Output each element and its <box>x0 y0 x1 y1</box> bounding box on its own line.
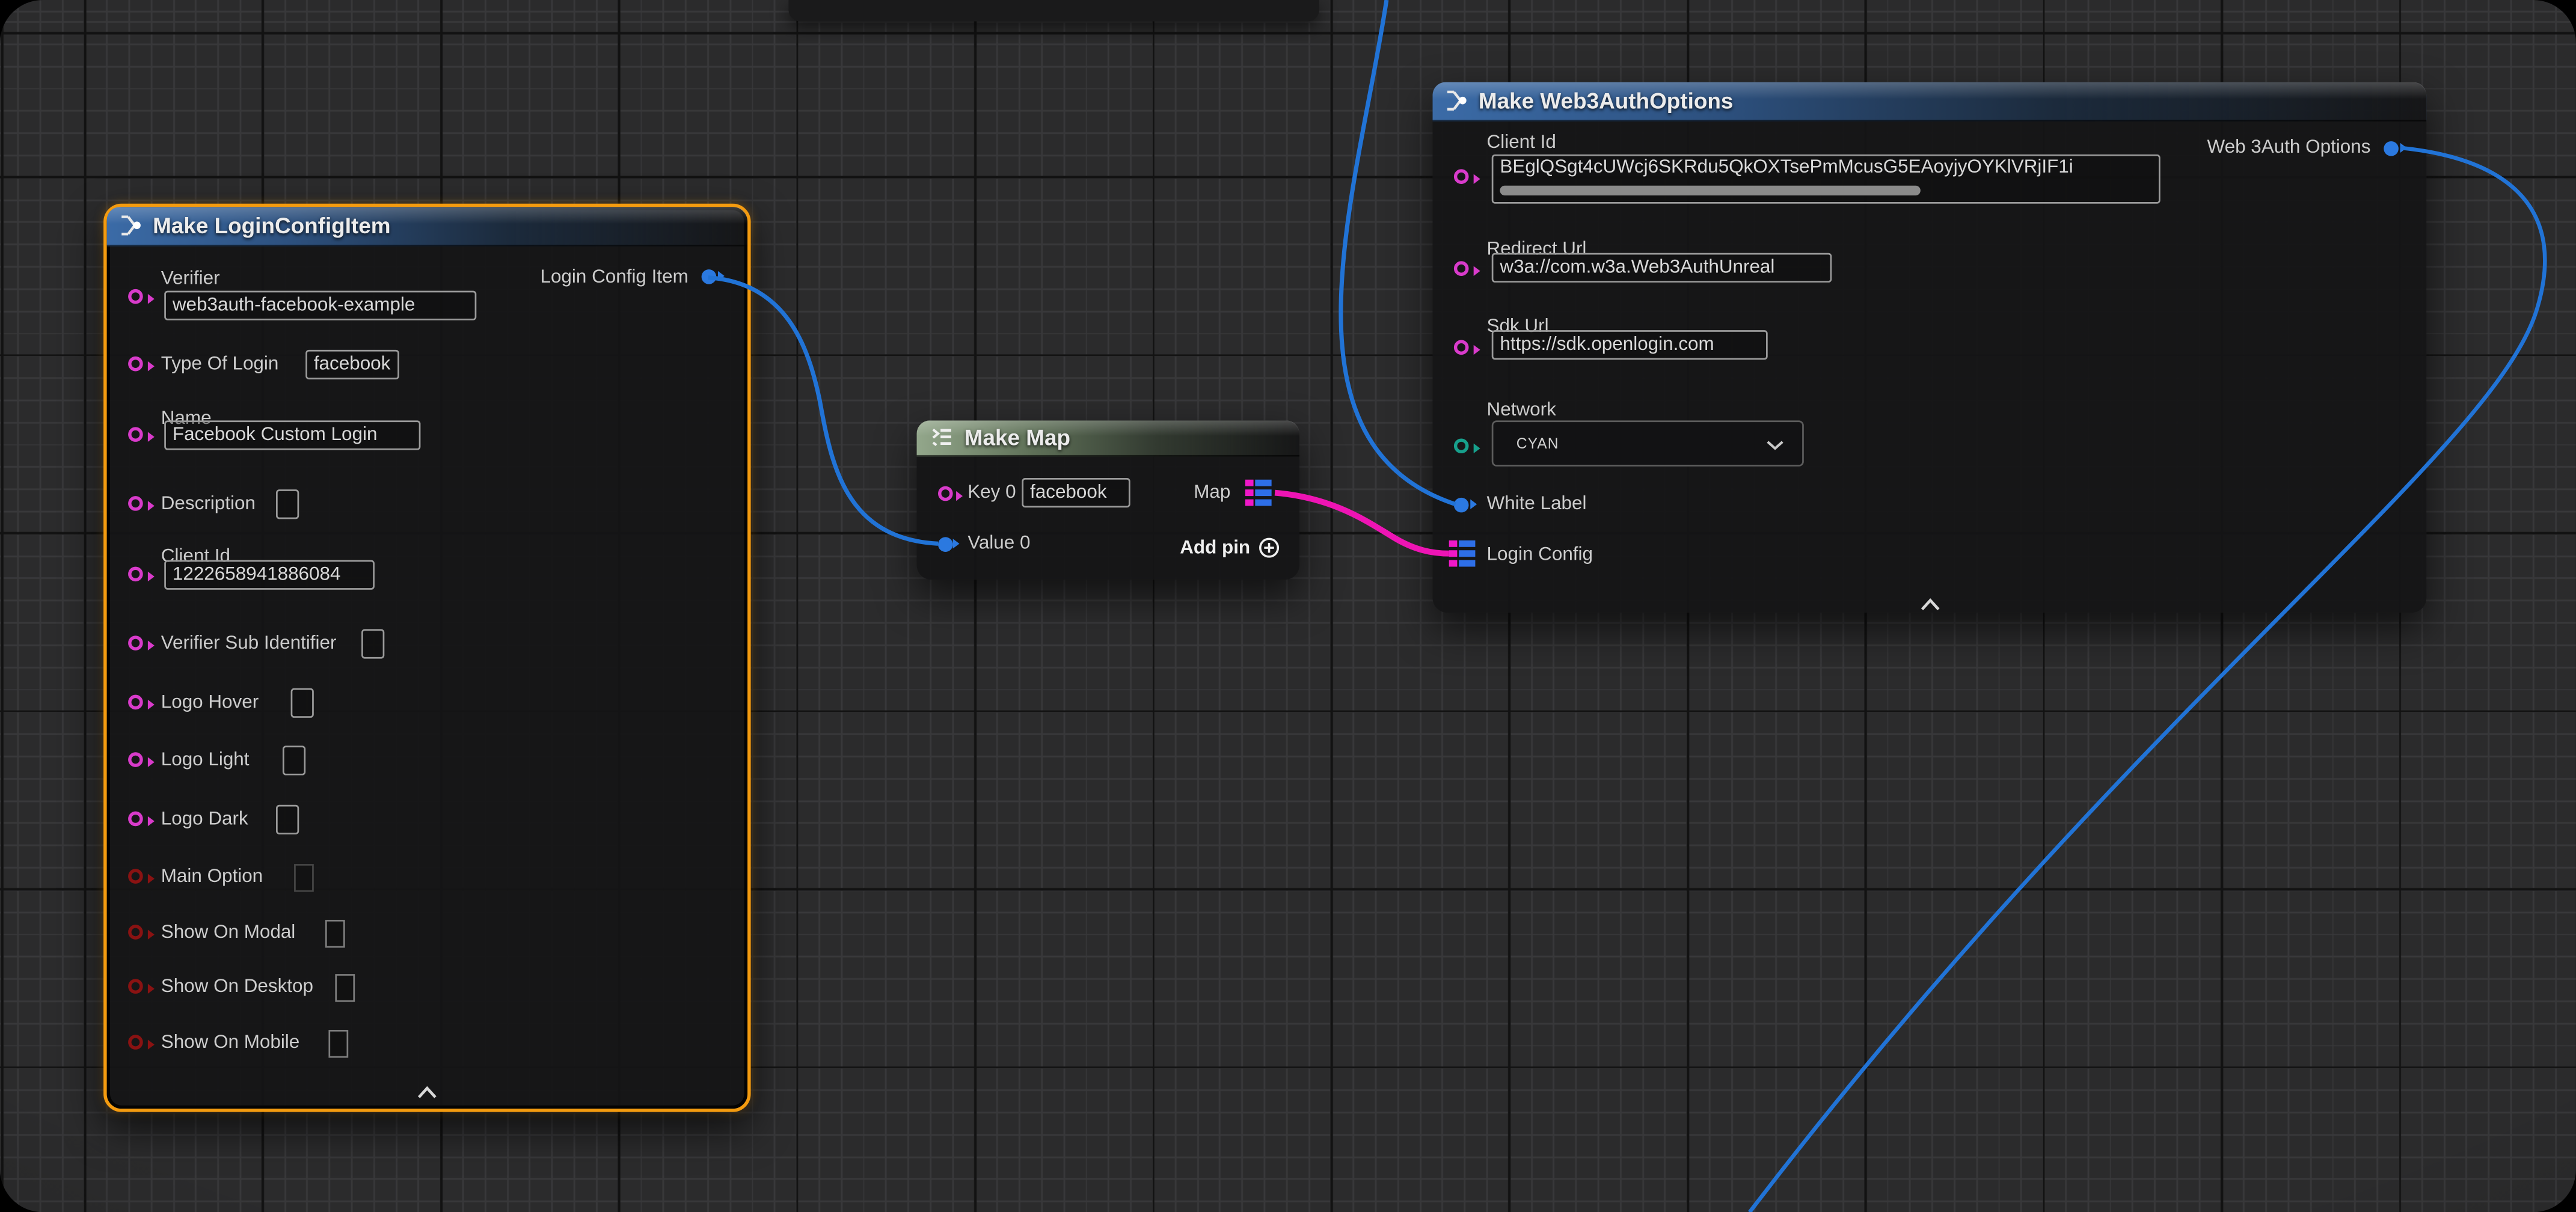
node-title: Make LoginConfigItem <box>153 213 390 237</box>
show-on-desktop-checkbox[interactable] <box>335 973 355 1001</box>
node-make-loginconfigitem[interactable]: Make LoginConfigItem Login Config Item V… <box>103 203 750 1111</box>
pin-label: Logo Light <box>161 748 250 771</box>
pin-main-option[interactable] <box>128 869 143 884</box>
pin-label: Description <box>161 492 256 515</box>
type-of-login-input[interactable]: facebook <box>305 349 399 379</box>
pin-show-on-desktop[interactable] <box>128 979 143 994</box>
node-title: Make Map <box>964 426 1070 450</box>
add-pin-plus-icon[interactable] <box>1259 537 1280 559</box>
node-make-map[interactable]: Make Map Key 0 facebook Map Value 0 Add … <box>917 420 1300 580</box>
pin-logo-light[interactable] <box>128 752 143 767</box>
client-id-input[interactable]: BEglQSgt4cUWcj6SKRdu5QkOXTsePmMcusG5EAoy… <box>1492 155 2160 204</box>
pin-label: Network <box>1487 399 1556 422</box>
pin-logo-hover[interactable] <box>128 695 143 710</box>
logo-light-input[interactable] <box>283 745 305 774</box>
node-title: Make Web3AuthOptions <box>1479 89 1734 114</box>
pin-label: Verifier Sub Identifier <box>161 631 337 654</box>
client-id-input[interactable]: 1222658941886084 <box>164 559 375 589</box>
show-on-modal-checkbox[interactable] <box>325 919 345 947</box>
add-pin-button[interactable]: Add pin <box>1180 537 1250 560</box>
make-struct-icon <box>120 215 143 236</box>
pin-label: Show On Desktop <box>161 975 313 998</box>
input-scrollbar[interactable] <box>1500 186 1920 195</box>
pin-sdk-url[interactable] <box>1454 339 1469 354</box>
node-header[interactable]: Make Web3AuthOptions <box>1432 82 2426 122</box>
pin-show-on-mobile[interactable] <box>128 1035 143 1050</box>
pin-label: Logo Hover <box>161 691 259 714</box>
pin-label: Show On Modal <box>161 920 296 943</box>
pin-verifier-sub-identifier[interactable] <box>128 635 143 650</box>
pin-label: White Label <box>1487 493 1587 516</box>
make-struct-icon <box>1446 90 1468 112</box>
pin-network[interactable] <box>1454 438 1469 453</box>
pin-logo-dark[interactable] <box>128 812 143 827</box>
pin-client-id[interactable] <box>128 567 143 582</box>
pin-label: Value 0 <box>968 532 1030 555</box>
pin-name[interactable] <box>128 427 143 442</box>
output-pin-map[interactable] <box>1245 480 1272 507</box>
redirect-url-input[interactable]: w3a://com.w3a.Web3AuthUnreal <box>1492 253 1832 283</box>
name-input[interactable]: Facebook Custom Login <box>164 420 420 449</box>
node-make-web3authoptions[interactable]: Make Web3AuthOptions Web 3Auth Options C… <box>1432 82 2426 613</box>
pin-label: Main Option <box>161 865 263 887</box>
pin-label: Show On Mobile <box>161 1030 300 1053</box>
network-selected-value: CYAN <box>1516 435 1559 451</box>
pin-redirect-url[interactable] <box>1454 260 1469 275</box>
output-pin-login-config-item[interactable] <box>702 269 717 284</box>
output-pin-web3auth-options[interactable] <box>2384 141 2399 156</box>
network-dropdown[interactable]: CYAN <box>1492 420 1804 466</box>
pin-show-on-modal[interactable] <box>128 925 143 940</box>
pin-label: Client Id <box>1487 132 1556 155</box>
pin-label: Verifier <box>161 267 220 290</box>
logo-dark-input[interactable] <box>276 804 299 833</box>
blueprint-viewport[interactable]: Make LoginConfigItem Login Config Item V… <box>0 0 2576 1212</box>
chevron-down-icon <box>1766 440 1784 450</box>
logo-hover-input[interactable] <box>291 687 314 717</box>
output-pin-label: Login Config Item <box>540 265 688 288</box>
pin-client-id[interactable] <box>1454 168 1469 183</box>
graph-canvas[interactable]: Make LoginConfigItem Login Config Item V… <box>0 0 2576 1212</box>
collapse-chevron-icon[interactable] <box>416 1077 438 1090</box>
pin-key-0[interactable] <box>937 485 952 500</box>
pin-label: Login Config <box>1487 543 1593 566</box>
make-map-icon <box>930 427 954 448</box>
pin-label: Logo Dark <box>161 807 248 830</box>
sdk-url-input[interactable]: https://sdk.openlogin.com <box>1492 330 1768 360</box>
pin-value-0[interactable] <box>937 536 952 551</box>
verifier-input[interactable]: web3auth-facebook-example <box>164 290 476 319</box>
output-pin-label: Web 3Auth Options <box>2207 136 2371 159</box>
node-header[interactable]: Make Map <box>917 420 1300 456</box>
offscreen-node-edge[interactable] <box>788 0 1319 22</box>
pin-label: Map <box>1194 482 1230 504</box>
pin-label: Key 0 <box>968 482 1016 504</box>
pin-login-config[interactable] <box>1449 540 1476 568</box>
wire-map-to-loginconfig[interactable] <box>1275 493 1449 554</box>
show-on-mobile-checkbox[interactable] <box>328 1029 348 1057</box>
pin-verifier[interactable] <box>128 289 143 304</box>
main-option-checkbox[interactable] <box>294 863 314 891</box>
pin-type-of-login[interactable] <box>128 357 143 372</box>
collapse-chevron-icon[interactable] <box>1919 590 1942 603</box>
pin-label: Type Of Login <box>161 352 279 375</box>
pin-white-label[interactable] <box>1454 497 1469 512</box>
verifier-sub-identifier-input[interactable] <box>361 628 384 658</box>
node-header[interactable]: Make LoginConfigItem <box>107 206 748 246</box>
key-0-input[interactable]: facebook <box>1022 478 1130 507</box>
pin-description[interactable] <box>128 496 143 511</box>
description-input[interactable] <box>276 489 299 518</box>
